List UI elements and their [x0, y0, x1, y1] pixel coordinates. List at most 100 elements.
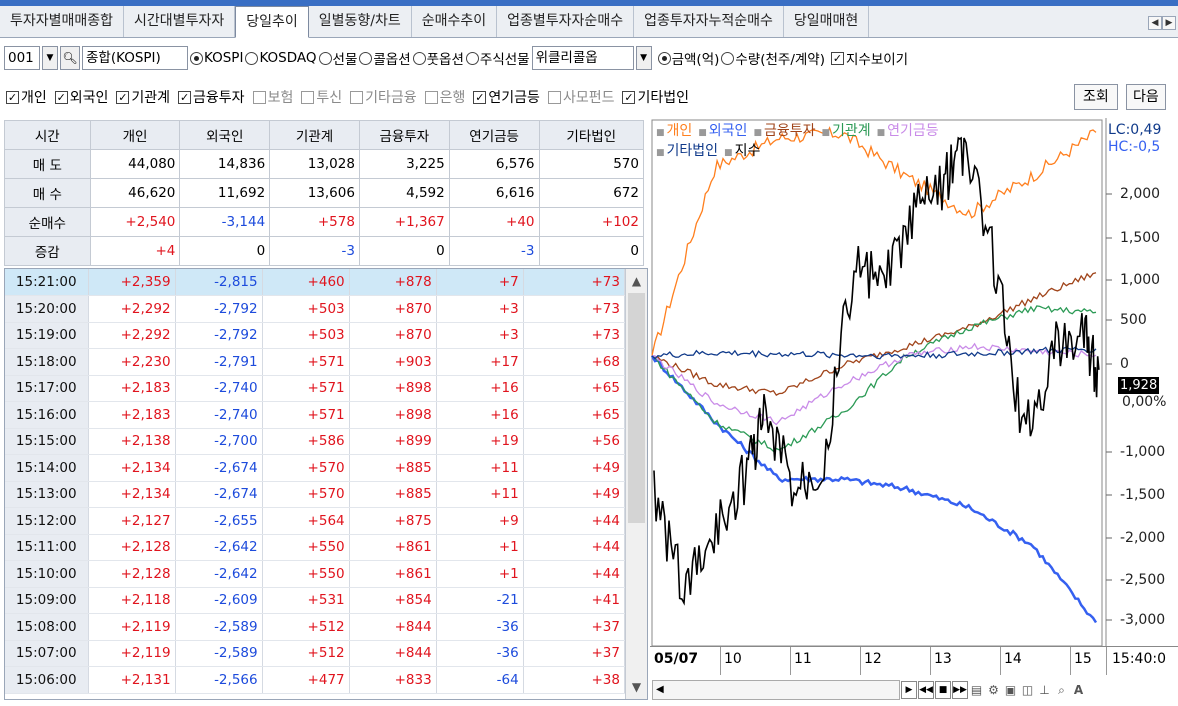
chart-type-icon[interactable]: ▤ [968, 681, 985, 699]
legend-marker-icon: ■ [724, 148, 733, 158]
summary-row: 순매수 +2,540 -3,144 +578 +1,367 +40 +102 [4, 207, 645, 237]
radio-radio_market-0[interactable]: KOSPI [190, 48, 243, 68]
vertical-scrollbar[interactable]: ▲ ▼ [625, 269, 647, 699]
radio-radio_market-5[interactable]: 주식선물 [465, 48, 530, 68]
play-icon[interactable]: ▶ [901, 681, 917, 699]
table-row[interactable]: 15:21:00 +2,359 -2,815 +460 +878 +7 +73 [5, 269, 626, 296]
radio-radio_market-4[interactable]: 풋옵션 [412, 48, 464, 68]
investor-checkbox-8[interactable]: ✓ 연기금등 [473, 87, 540, 107]
investor-checkbox-9[interactable]: 사모펀드 [547, 87, 614, 107]
value-cell: +2,119 [88, 613, 176, 641]
table-row[interactable]: 15:11:00 +2,128 -2,642 +550 +861 +1 +44 [5, 534, 626, 561]
table-row[interactable]: 15:16:00 +2,183 -2,740 +571 +898 +16 +65 [5, 401, 626, 429]
table-row[interactable]: 15:10:00 +2,128 -2,642 +550 +861 +1 +44 [5, 560, 626, 588]
value-cell: -2,700 [175, 428, 263, 455]
scroll-down-icon[interactable]: ▼ [626, 677, 647, 697]
investor-checkbox-1[interactable]: ✓ 외국인 [54, 87, 108, 107]
series-line-5 [651, 346, 1097, 360]
tab-scroll-left-icon[interactable]: ◀ [1148, 16, 1162, 30]
checkbox-empty-icon [252, 90, 266, 104]
checkbox-checked-icon: ✓ [831, 51, 844, 65]
fast-forward-icon[interactable]: ▶▶ [952, 681, 968, 699]
time-cell: 15:15:00 [5, 428, 89, 455]
value-cell: +2,128 [88, 560, 176, 588]
radio-radio_unit-1[interactable]: 수량(천주/계약) [721, 48, 825, 68]
stop-icon[interactable]: ■ [935, 681, 951, 699]
tab-5[interactable]: 업종별투자자순매수 [497, 6, 635, 37]
table-row[interactable]: 15:17:00 +2,183 -2,740 +571 +898 +16 +65 [5, 375, 626, 402]
table-row[interactable]: 15:13:00 +2,134 -2,674 +570 +885 +11 +49 [5, 481, 626, 508]
tab-0[interactable]: 투자자별매매종합 [0, 6, 125, 37]
summary-cell: 570 [538, 149, 645, 179]
table-row[interactable]: 15:08:00 +2,119 -2,589 +512 +844 -36 +37 [5, 613, 626, 641]
tab-bar: 투자자별매매종합 시간대별투자자 당일추이 일별동향/차트 순매수추이 업종별투자자순매수… [0, 6, 1178, 38]
value-cell: +38 [523, 666, 626, 694]
value-cell: +11 [436, 454, 524, 482]
table-row[interactable]: 15:14:00 +2,134 -2,674 +570 +885 +11 +49 [5, 454, 626, 482]
time-cell: 15:20:00 [5, 295, 89, 323]
text-tool-icon[interactable]: A [1070, 681, 1087, 699]
investor-checkbox-5[interactable]: 투신 [301, 87, 342, 107]
legend-marker-icon: ■ [656, 128, 665, 138]
radio-radio_market-3[interactable]: 콜옵션 [359, 48, 411, 68]
indicator-icon[interactable]: ⊥ [1036, 681, 1053, 699]
weekly-option-dropdown-icon[interactable]: ▼ [635, 46, 652, 70]
table-row[interactable]: 15:12:00 +2,127 -2,655 +564 +875 +9 +44 [5, 507, 626, 535]
table-row[interactable]: 15:18:00 +2,230 -2,791 +571 +903 +17 +68 [5, 348, 626, 376]
investor-checkbox-0[interactable]: ✓ 개인 [6, 87, 47, 107]
settings-gear-icon[interactable]: ⚙ [985, 681, 1002, 699]
market-code-input[interactable]: 001 [4, 46, 40, 70]
current-percent-label: 0,00% [1122, 394, 1167, 410]
checkbox-empty-icon [424, 90, 438, 104]
tab-2[interactable]: 당일추이 [235, 6, 309, 38]
show-index-checkbox[interactable]: ✓ 지수보이기 [831, 48, 908, 68]
rewind-icon[interactable]: ◀◀ [918, 681, 934, 699]
value-cell: +586 [262, 428, 350, 455]
next-button[interactable]: 다음 [1126, 84, 1166, 110]
tab-7[interactable]: 당일매매현 [783, 6, 870, 37]
value-cell: -2,674 [175, 481, 263, 508]
investor-checkbox-6[interactable]: 기타금융 [350, 87, 417, 107]
investor-checkbox-7[interactable]: 은행 [424, 87, 465, 107]
line-chart-icon[interactable]: ◫ [1019, 681, 1036, 699]
summary-cell: -3,144 [179, 207, 271, 237]
y-tick-label: 500 [1120, 312, 1147, 328]
table-row[interactable]: 15:19:00 +2,292 -2,792 +503 +870 +3 +73 [5, 322, 626, 349]
scrollbar-thumb[interactable] [628, 293, 645, 523]
investor-checkbox-4[interactable]: 보험 [252, 87, 294, 107]
table-row[interactable]: 15:06:00 +2,131 -2,566 +477 +833 -64 +38 [5, 666, 626, 694]
investor-checkbox-10[interactable]: ✓ 기타법인 [622, 87, 689, 107]
summary-cell: +578 [269, 207, 360, 237]
investor-label: 보험 [267, 90, 294, 106]
radio-radio_market-2[interactable]: 선물 [318, 48, 357, 68]
tab-1[interactable]: 시간대별투자자 [124, 6, 236, 37]
weekly-option-select[interactable]: 위클리콜옵 [531, 46, 634, 70]
legend-label: 금융투자 [763, 123, 816, 139]
radio-radio_market-1[interactable]: KOSDAQ [245, 48, 317, 68]
summary-header-cell: 개인 [89, 120, 181, 150]
table-row[interactable]: 15:07:00 +2,119 -2,589 +512 +844 -36 +37 [5, 640, 626, 667]
investor-checkbox-3[interactable]: ✓ 금융투자 [178, 87, 245, 107]
value-cell: +2,183 [88, 375, 176, 402]
table-row[interactable]: 15:20:00 +2,292 -2,792 +503 +870 +3 +73 [5, 295, 626, 323]
scroll-up-icon[interactable]: ▲ [626, 271, 647, 291]
search-icon[interactable]: 🔍︎ [60, 46, 80, 70]
investor-checkbox-2[interactable]: ✓ 기관계 [116, 87, 170, 107]
summary-cell: 0 [538, 236, 645, 266]
query-button[interactable]: 조회 [1074, 84, 1118, 110]
radio-radio_unit-0[interactable]: 금액(억) [657, 48, 719, 68]
tab-scroll-right-icon[interactable]: ▶ [1162, 16, 1176, 30]
summary-header-cell: 금융투자 [358, 120, 450, 150]
window-layout-icon[interactable]: ▣ [1002, 681, 1019, 699]
tab-3[interactable]: 일별동향/차트 [308, 6, 412, 37]
chart-horizontal-scrollbar[interactable]: ◀ [652, 680, 900, 700]
zoom-icon[interactable]: ⌕ [1053, 681, 1070, 699]
value-cell: -2,791 [175, 348, 263, 376]
legend-label: 지수 [734, 143, 761, 159]
tab-6[interactable]: 업종투자자누적순매수 [634, 6, 784, 37]
tab-4[interactable]: 순매수추이 [411, 6, 498, 37]
table-row[interactable]: 15:09:00 +2,118 -2,609 +531 +854 -21 +41 [5, 587, 626, 614]
table-row[interactable]: 15:15:00 +2,138 -2,700 +586 +899 +19 +56 [5, 428, 626, 455]
code-dropdown-icon[interactable]: ▼ [42, 46, 58, 70]
x-axis-separator [1106, 647, 1107, 675]
